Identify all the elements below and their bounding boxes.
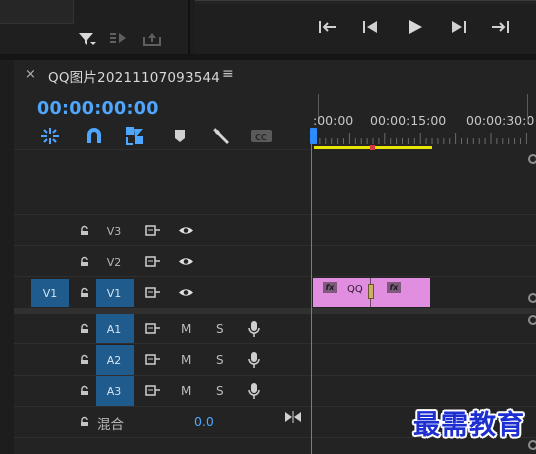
sync-lock-icon[interactable] <box>145 322 161 335</box>
program-divider <box>195 0 536 4</box>
tab-menu-icon[interactable]: ≡ <box>222 66 234 82</box>
ruler-label: 00:00:30:0 <box>466 113 535 128</box>
marker-icon[interactable] <box>171 127 189 145</box>
clip-name: QQ <box>347 284 363 295</box>
playhead-line[interactable] <box>311 144 312 454</box>
source-panel-box <box>0 0 74 24</box>
mix-track-label: 混合 <box>97 417 124 433</box>
render-marker <box>370 145 375 150</box>
clip-marker[interactable] <box>368 284 374 299</box>
source-patch-label: V1 <box>42 287 58 300</box>
captions-icon[interactable]: CC <box>250 128 274 144</box>
fx-badge[interactable]: fx <box>387 282 401 293</box>
track-label-a1: A1 <box>106 323 122 336</box>
track-divider <box>14 375 536 376</box>
ruler-end-tick <box>527 94 528 124</box>
wrench-icon[interactable] <box>210 125 232 147</box>
header-divider <box>14 149 311 150</box>
ruler-ticks <box>313 133 527 144</box>
watermark-text: 最需教育 <box>413 410 525 441</box>
step-back-icon[interactable] <box>360 18 382 36</box>
sync-lock-icon[interactable] <box>145 224 161 237</box>
microphone-icon[interactable] <box>247 320 261 338</box>
track-divider <box>14 276 536 277</box>
lock-icon[interactable] <box>79 416 89 426</box>
sync-lock-icon[interactable] <box>145 353 161 366</box>
track-label-a3: A3 <box>106 385 122 398</box>
magnet-icon[interactable] <box>83 126 105 146</box>
fx-badge[interactable]: fx <box>323 282 337 293</box>
track-divider <box>14 214 536 215</box>
track-label-v2[interactable]: V2 <box>101 256 127 269</box>
eye-icon[interactable] <box>178 256 194 266</box>
microphone-icon[interactable] <box>247 351 261 369</box>
go-to-in-icon[interactable] <box>317 18 339 36</box>
linked-selection-icon[interactable] <box>124 125 146 147</box>
lock-icon[interactable] <box>79 287 89 297</box>
eye-icon[interactable] <box>178 287 194 297</box>
track-label-v1: V1 <box>106 287 122 300</box>
step-forward-icon[interactable] <box>447 18 469 36</box>
go-to-edit-icon[interactable] <box>284 410 302 424</box>
go-to-out-icon[interactable] <box>489 18 511 36</box>
scrollbar-handle[interactable] <box>528 440 536 450</box>
mix-volume-value[interactable]: 0.0 <box>194 414 214 429</box>
tab-close-button[interactable]: × <box>25 67 36 82</box>
ruler-label: 00:00:15:00 <box>370 113 447 128</box>
mute-button[interactable]: M <box>181 322 191 336</box>
lock-icon[interactable] <box>79 385 89 395</box>
sync-lock-icon[interactable] <box>145 286 161 299</box>
track-label-a2: A2 <box>106 354 122 367</box>
lock-icon[interactable] <box>79 323 89 333</box>
scrollbar-handle[interactable] <box>528 154 536 164</box>
lock-icon[interactable] <box>79 354 89 364</box>
lock-icon[interactable] <box>79 256 89 266</box>
snap-icon[interactable] <box>39 126 61 146</box>
scrollbar-handle[interactable] <box>528 315 536 325</box>
export-icon[interactable] <box>141 29 163 47</box>
sequence-tab-title[interactable]: QQ图片20211107093544 <box>48 66 220 86</box>
playhead-timecode[interactable]: 00:00:00:00 <box>37 99 159 119</box>
solo-button[interactable]: S <box>216 353 224 367</box>
track-label-v3[interactable]: V3 <box>101 225 127 238</box>
track-divider <box>14 245 536 246</box>
solo-button[interactable]: S <box>216 384 224 398</box>
microphone-icon[interactable] <box>247 382 261 400</box>
eye-icon[interactable] <box>178 225 194 235</box>
insert-icon[interactable] <box>108 30 130 46</box>
track-divider <box>14 343 536 344</box>
video-audio-divider[interactable] <box>14 308 536 314</box>
sync-lock-icon[interactable] <box>145 384 161 397</box>
lock-icon[interactable] <box>79 225 89 235</box>
mute-button[interactable]: M <box>181 384 191 398</box>
solo-button[interactable]: S <box>216 322 224 336</box>
ruler-label: :00:00 <box>313 113 354 128</box>
svg-text:CC: CC <box>255 133 267 142</box>
mute-button[interactable]: M <box>181 353 191 367</box>
scrollbar-handle[interactable] <box>528 293 536 303</box>
filter-icon[interactable] <box>77 30 97 48</box>
play-icon[interactable] <box>403 18 425 36</box>
sync-lock-icon[interactable] <box>145 255 161 268</box>
playhead-handle[interactable] <box>310 128 317 144</box>
